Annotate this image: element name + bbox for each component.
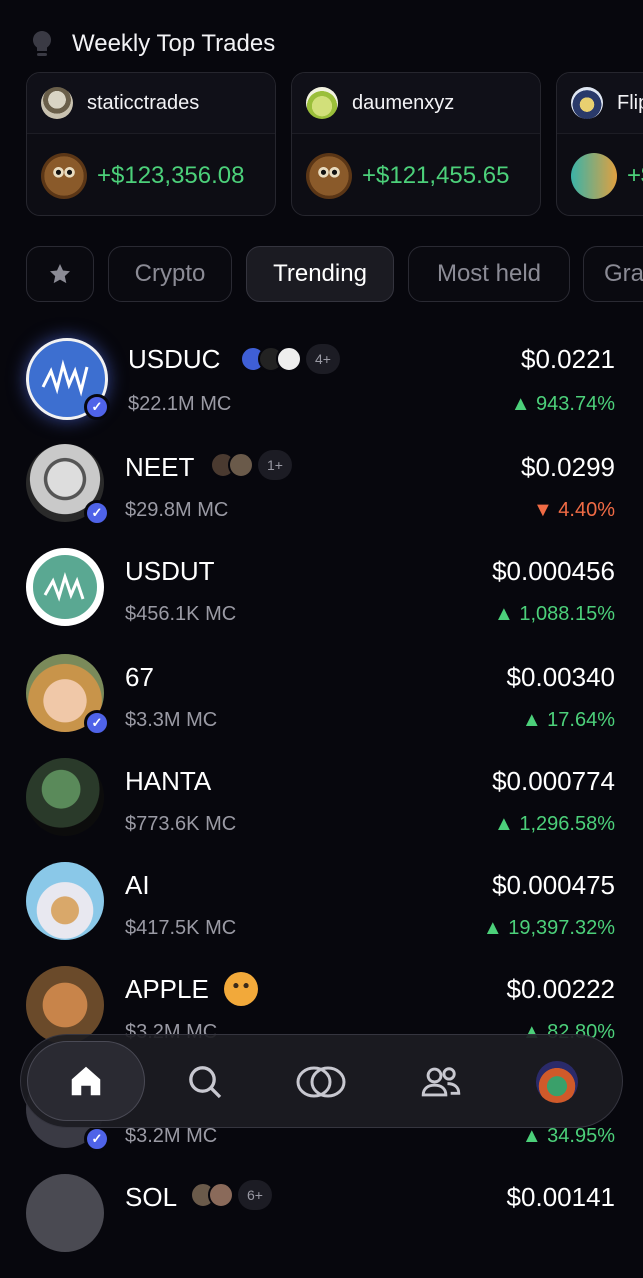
nav-profile-button[interactable] (527, 1052, 587, 1112)
avatar (208, 1182, 234, 1208)
token-price: $0.0221 (521, 344, 615, 374)
token-avatar (26, 862, 104, 940)
price-change: ▼ 4.40% (532, 499, 615, 521)
trader-username: staticctrades (87, 91, 200, 114)
market-cap: $417.5K MC (125, 917, 237, 939)
price-change: ▲ 19,397.32% (482, 917, 615, 939)
trade-profit: +$ (627, 162, 643, 189)
token-name: USDUC (128, 344, 221, 374)
trader-username: daumenxyz (352, 91, 455, 114)
favorites-filter[interactable] (26, 246, 94, 302)
token-name: APPLE (125, 974, 209, 1004)
token-name: SOL (125, 1182, 178, 1212)
tab-crypto[interactable]: Crypto (108, 246, 232, 302)
trade-card[interactable]: daumenxyz +$121,455.65 (291, 72, 541, 216)
price-change: ▲ 943.74% (510, 393, 615, 415)
holder-count: 1+ (258, 450, 292, 480)
token-avatar (26, 758, 104, 836)
search-icon (189, 1066, 222, 1099)
section-title: Weekly Top Trades (72, 30, 276, 57)
coins-icon (296, 1066, 346, 1098)
token-price: $0.0299 (521, 452, 615, 482)
market-cap: $3.2M MC (125, 1125, 218, 1147)
holder-avatars[interactable]: 6+ (190, 1180, 272, 1210)
nav-search-button[interactable] (175, 1052, 235, 1112)
nav-people-button[interactable] (411, 1052, 471, 1112)
price-change: ▲ 1,296.58% (494, 813, 615, 835)
token-name: NEET (125, 452, 195, 482)
market-cap: $456.1K MC (125, 603, 237, 625)
bottom-navigation (20, 1034, 623, 1128)
market-cap: $22.1M MC (128, 393, 232, 415)
weekly-top-trades-header: Weekly Top Trades (30, 26, 275, 62)
token-avatar (306, 153, 352, 199)
avatar (228, 452, 254, 478)
token-avatar (26, 966, 104, 1044)
token-row[interactable]: SOL 6+ $0.00141 (0, 1174, 643, 1278)
avatar (276, 346, 302, 372)
token-price: $0.00222 (506, 974, 615, 1004)
price-change: ▲ 1,088.15% (494, 603, 615, 625)
chart-logo-icon (43, 572, 85, 602)
token-price: $0.000475 (492, 870, 615, 900)
market-cap: $29.8M MC (125, 499, 229, 521)
avatar (571, 87, 603, 119)
token-avatar (571, 153, 617, 199)
holder-avatars[interactable]: 1+ (210, 450, 292, 480)
market-cap: $3.3M MC (125, 709, 218, 731)
emoji-badge (224, 972, 258, 1006)
verified-badge-icon: ✓ (84, 394, 110, 420)
avatar (306, 87, 338, 119)
tab-most-held[interactable]: Most held (408, 246, 570, 302)
avatar (41, 87, 73, 119)
token-avatar (41, 153, 87, 199)
token-row[interactable]: AI $417.5K MC $0.000475 ▲ 19,397.32% (0, 862, 643, 966)
avatar (536, 1061, 578, 1103)
lightbulb-icon (32, 30, 52, 56)
token-price: $0.000774 (492, 766, 615, 796)
nav-coins-button[interactable] (291, 1052, 351, 1112)
token-row[interactable]: HANTA $773.6K MC $0.000774 ▲ 1,296.58% (0, 758, 643, 862)
holder-count: 4+ (306, 344, 340, 374)
holder-count: 6+ (238, 1180, 272, 1210)
verified-badge-icon: ✓ (84, 710, 110, 736)
people-icon (421, 1067, 461, 1097)
verified-badge-icon: ✓ (84, 1126, 110, 1152)
market-cap: $773.6K MC (125, 813, 237, 835)
token-row[interactable]: ✓ USDUC 4+ $22.1M MC $0.0221 ▲ 943.74% (0, 336, 643, 440)
token-row[interactable]: ✓ NEET 1+ $29.8M MC $0.0299 ▼ 4.40% (0, 444, 643, 548)
top-trades-carousel[interactable]: staticctrades +$123,356.08 daumenxyz +$1… (26, 72, 643, 218)
token-price: $0.000456 (492, 556, 615, 586)
filter-chips: Crypto Trending Most held Gra (26, 246, 643, 304)
trade-card[interactable]: staticctrades +$123,356.08 (26, 72, 276, 216)
token-name: HANTA (125, 766, 212, 796)
star-icon (50, 264, 70, 284)
holder-avatars[interactable]: 4+ (240, 344, 340, 374)
token-row[interactable]: USDUT $456.1K MC $0.000456 ▲ 1,088.15% (0, 548, 643, 652)
trade-card[interactable]: Flip +$ (556, 72, 643, 216)
token-avatar (26, 548, 104, 626)
nav-home-button[interactable] (27, 1041, 145, 1121)
trade-profit: +$123,356.08 (97, 162, 245, 189)
token-name: USDUT (125, 556, 215, 586)
token-price: $0.00340 (506, 662, 615, 692)
home-icon (71, 1066, 101, 1096)
price-change: ▲ 17.64% (521, 709, 615, 731)
token-name: AI (125, 870, 150, 900)
token-avatar (26, 1174, 104, 1252)
token-price: $0.00141 (506, 1182, 615, 1212)
trader-username: Flip (617, 91, 643, 114)
token-name: 67 (125, 662, 154, 692)
price-change: ▲ 34.95% (521, 1125, 615, 1147)
tab-graduated[interactable]: Gra (583, 246, 643, 302)
trade-profit: +$121,455.65 (362, 162, 510, 189)
verified-badge-icon: ✓ (84, 500, 110, 526)
token-row[interactable]: ✓ 67 $3.3M MC $0.00340 ▲ 17.64% (0, 654, 643, 758)
tab-trending[interactable]: Trending (246, 246, 394, 302)
